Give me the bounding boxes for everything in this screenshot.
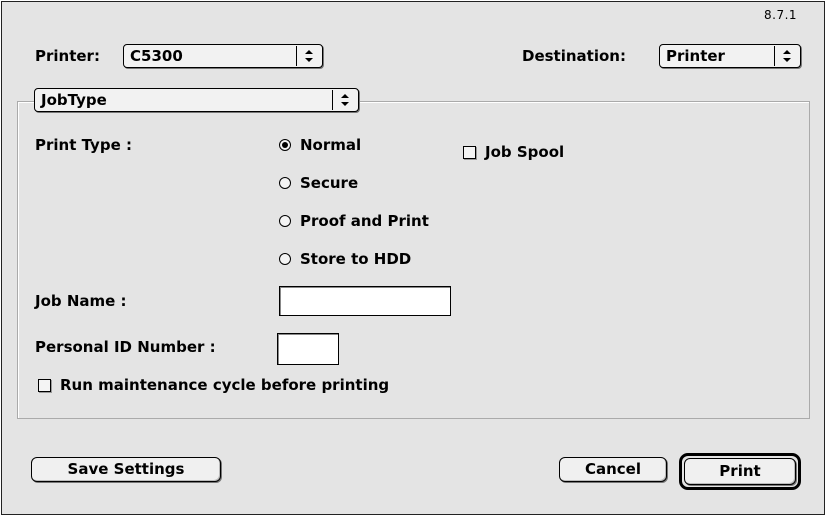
radio-normal-label: Normal [300, 136, 362, 154]
save-settings-button[interactable]: Save Settings [31, 457, 221, 482]
radio-unselected-icon [279, 215, 291, 227]
radio-normal[interactable]: Normal [279, 136, 361, 154]
radio-secure-label: Secure [300, 174, 359, 192]
print-dialog: 8.7.1 Printer: C5300 Destination: Printe… [1, 1, 825, 515]
radio-secure[interactable]: Secure [279, 174, 358, 192]
checkbox-unchecked-icon [38, 378, 51, 392]
job-name-input[interactable] [279, 286, 451, 316]
maintenance-label: Run maintenance cycle before printing [60, 376, 390, 394]
job-spool-checkbox[interactable]: Job Spool [463, 143, 564, 161]
panel-selector-popup[interactable]: JobType [34, 88, 359, 112]
destination-value: Printer [666, 47, 725, 65]
radio-proof-and-print[interactable]: Proof and Print [279, 212, 429, 230]
printer-popup[interactable]: C5300 [123, 44, 323, 68]
pin-label: Personal ID Number : [35, 338, 216, 356]
radio-store-to-hdd-label: Store to HDD [300, 250, 412, 268]
popup-arrows-icon [296, 46, 320, 66]
job-type-panel [17, 101, 810, 419]
destination-label: Destination: [522, 47, 626, 65]
radio-unselected-icon [279, 177, 291, 189]
version-label: 8.7.1 [764, 8, 798, 22]
popup-arrows-icon [774, 46, 798, 66]
radio-selected-icon [279, 139, 291, 151]
radio-unselected-icon [279, 253, 291, 265]
printer-label: Printer: [35, 47, 100, 65]
radio-proof-and-print-label: Proof and Print [300, 212, 429, 230]
popup-arrows-icon [332, 90, 356, 110]
job-name-label: Job Name : [35, 292, 127, 310]
print-type-label: Print Type : [35, 136, 132, 154]
print-button[interactable]: Print [684, 458, 796, 485]
panel-selector-value: JobType [41, 91, 107, 109]
cancel-button[interactable]: Cancel [559, 457, 667, 482]
pin-input[interactable] [277, 333, 339, 365]
maintenance-checkbox[interactable]: Run maintenance cycle before printing [38, 376, 389, 394]
destination-popup[interactable]: Printer [659, 44, 801, 68]
job-spool-label: Job Spool [485, 143, 565, 161]
checkbox-unchecked-icon [463, 145, 476, 159]
radio-store-to-hdd[interactable]: Store to HDD [279, 250, 411, 268]
printer-value: C5300 [130, 47, 183, 65]
